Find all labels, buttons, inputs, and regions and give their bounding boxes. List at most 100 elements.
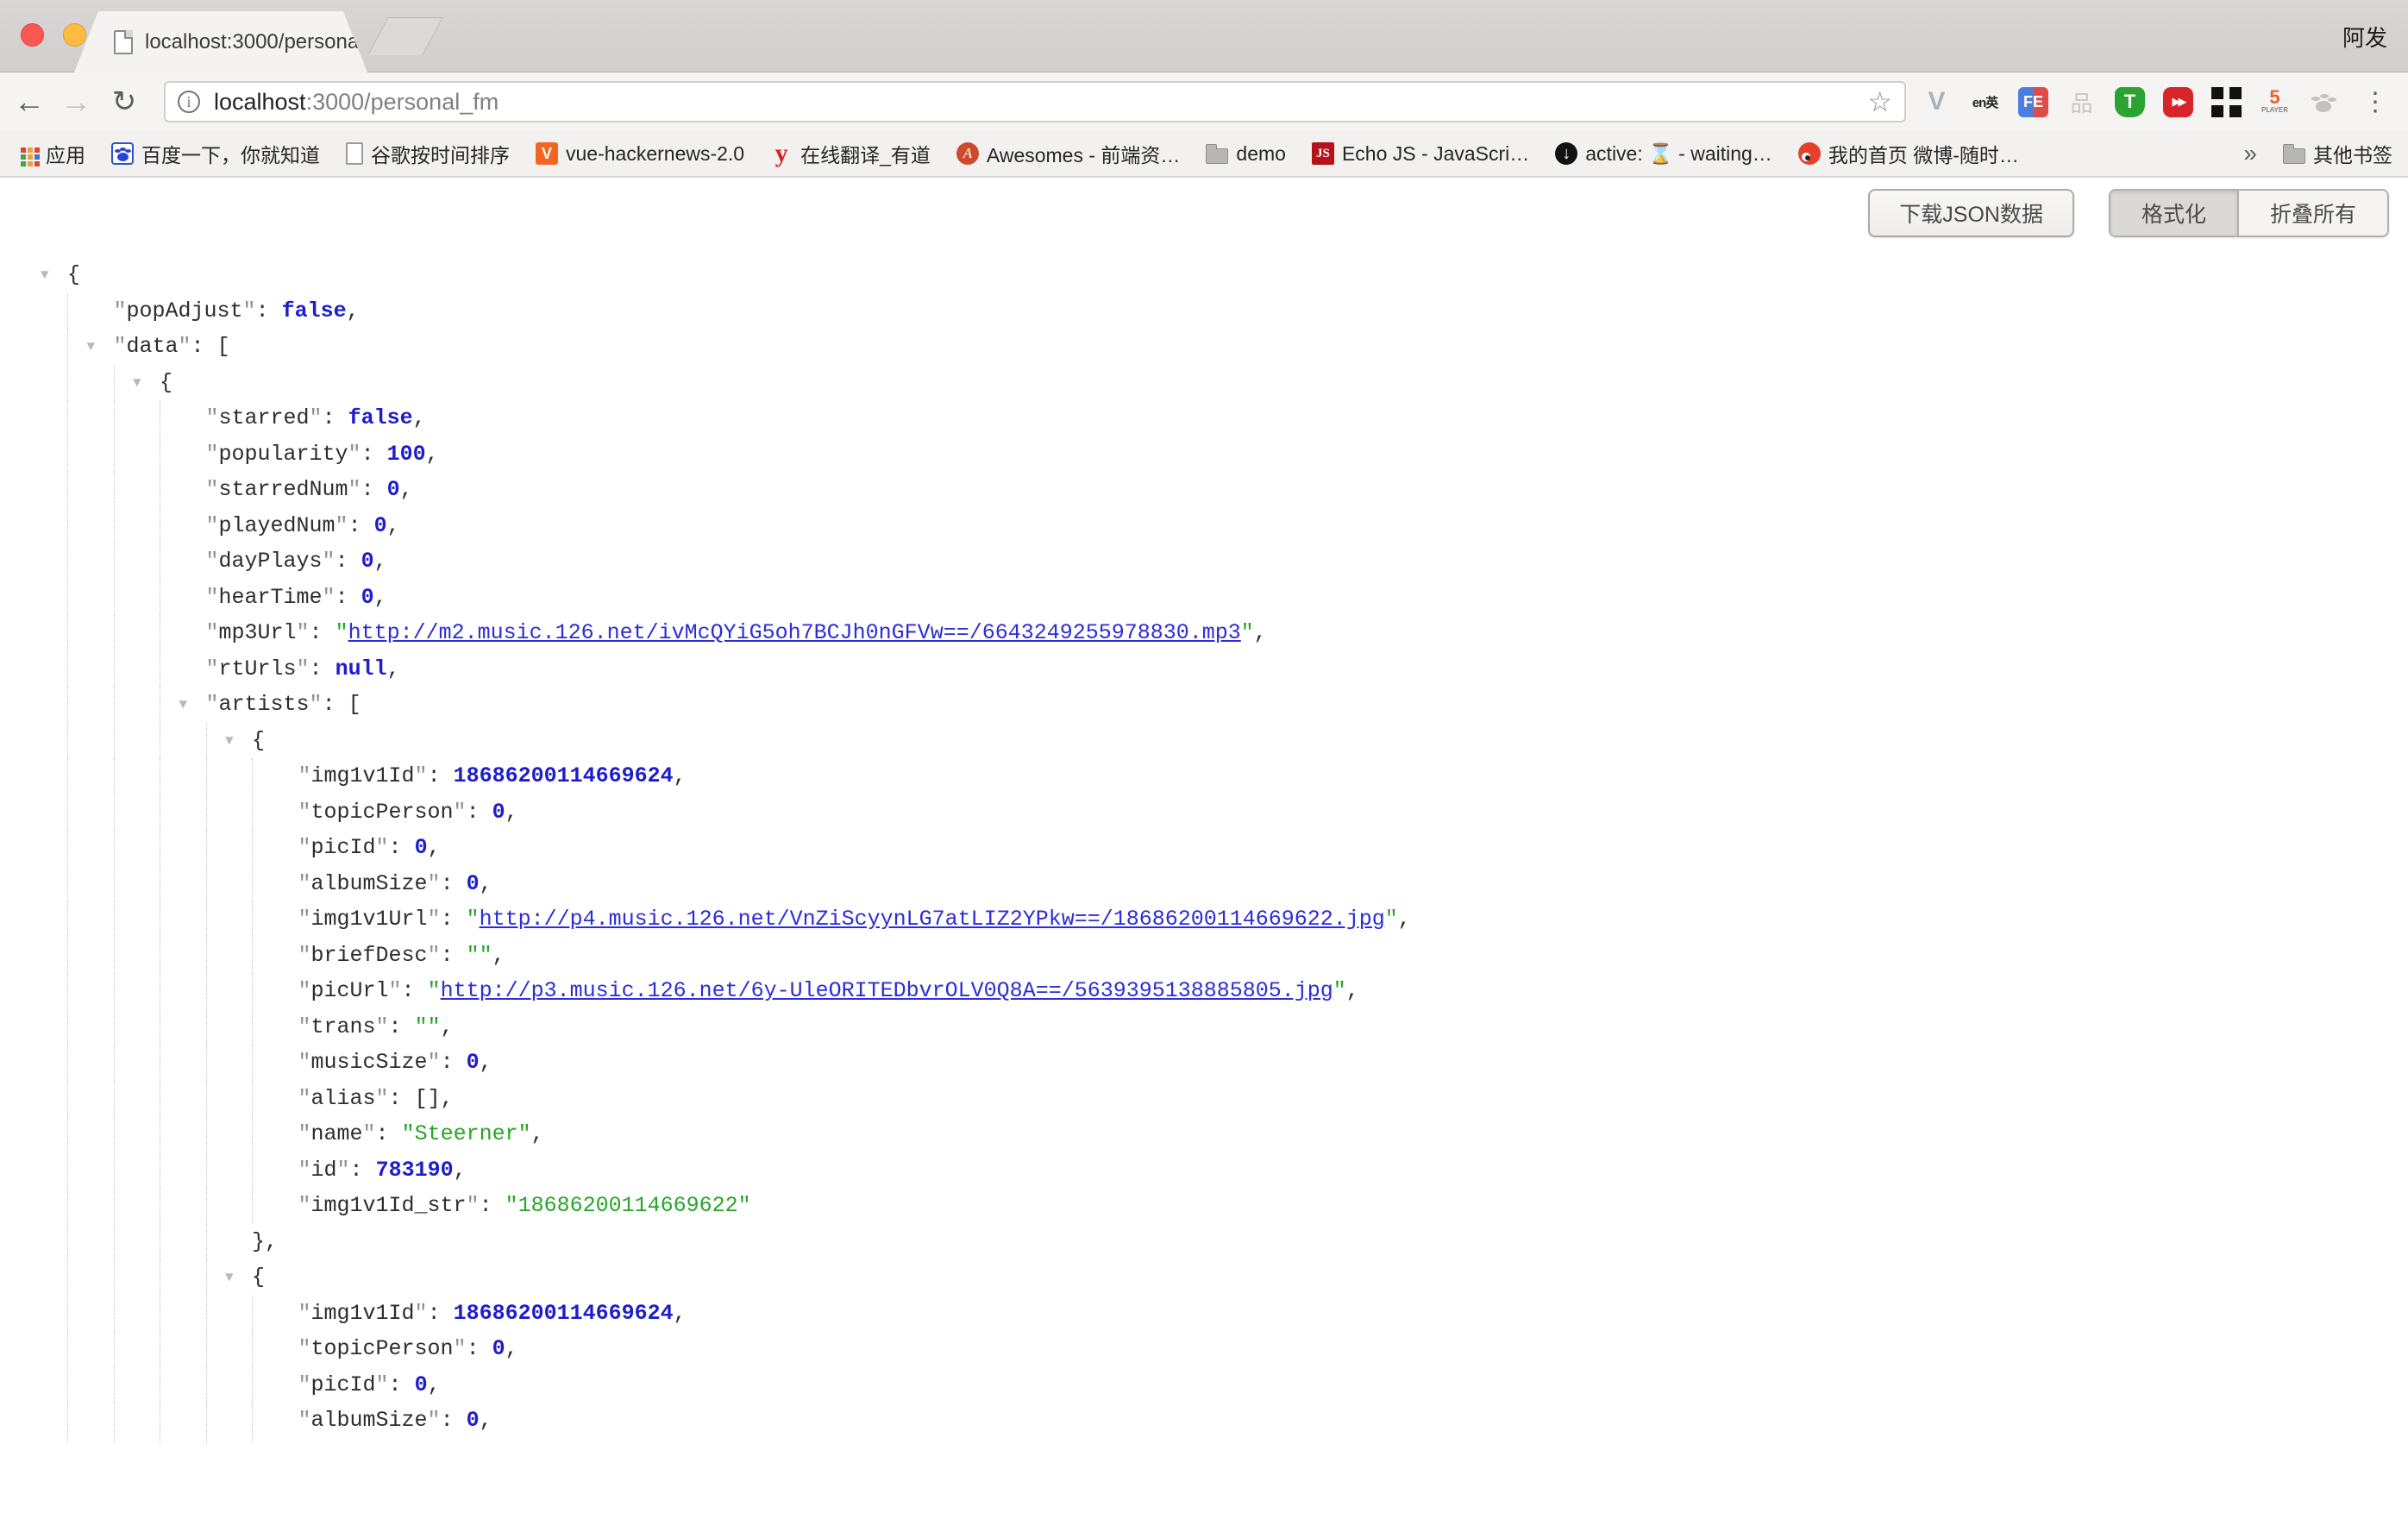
profile-name[interactable]: 阿发 <box>2342 21 2387 53</box>
json-line: "trans": "", <box>0 1009 2408 1045</box>
browser-tab[interactable]: localhost:3000/personal_fm × <box>74 11 367 72</box>
fe-helper-icon[interactable]: FE <box>2018 87 2048 117</box>
page-favicon-icon <box>114 30 133 54</box>
json-line: "albumSize": 0, <box>0 866 2408 902</box>
download-json-button[interactable]: 下载JSON数据 <box>1868 189 2074 237</box>
html5-player-icon[interactable]: 5PLAYER <box>2260 87 2290 117</box>
page-content: 下载JSON数据 格式化 折叠所有 ▼{"popAdjust": false,▼… <box>0 178 2408 1392</box>
bookmark-star-icon[interactable]: ☆ <box>1867 85 1892 118</box>
minimize-window-button[interactable] <box>63 23 86 47</box>
format-button[interactable]: 格式化 <box>2110 191 2237 235</box>
titlebar: localhost:3000/personal_fm × 阿发 <box>0 0 2408 72</box>
toolbar: ← → ↻ i localhost:3000/personal_fm ☆ Ven… <box>0 72 2408 131</box>
bookmark-label: 我的首页 微博-随时… <box>1828 139 2019 168</box>
video-downloader-icon[interactable]: ▶▶ <box>2163 87 2193 117</box>
json-tree: ▼{"popAdjust": false,▼"data": [▼{"starre… <box>0 257 2408 1444</box>
bookmark-item[interactable]: 应用 <box>16 139 85 168</box>
json-line: ▼{ <box>0 723 2408 759</box>
vue-devtools-icon[interactable]: V <box>1922 87 1952 117</box>
bookmark-item[interactable]: y 在线翻译_有道 <box>770 139 931 168</box>
extensions: Ven英 FE 品T ▶▶ 5PLAYER <box>1922 72 2338 131</box>
json-line: "img1v1Id": 18686200114669624, <box>0 758 2408 794</box>
json-line: "id": 783190, <box>0 1152 2408 1189</box>
bookmark-item[interactable]: ↓ active: ⌛ - waiting… <box>1555 142 1772 166</box>
bookmark-label: active: ⌛ - waiting… <box>1585 142 1772 166</box>
collapse-arrow[interactable]: ▼ <box>41 258 49 294</box>
bookmark-item[interactable]: 百度一下，你就知道 <box>111 139 320 168</box>
new-tab-button[interactable] <box>367 17 442 55</box>
url-text: localhost:3000/personal_fm <box>214 89 499 116</box>
translate-icon[interactable]: en英 <box>1970 87 2000 117</box>
collapse-arrow[interactable]: ▼ <box>179 687 188 724</box>
json-url-link[interactable]: http://p4.music.126.net/VnZiScyynLG7atLI… <box>480 907 1385 932</box>
close-window-button[interactable] <box>21 23 44 47</box>
url-host: localhost <box>214 89 306 115</box>
collapse-arrow[interactable]: ▼ <box>225 724 234 760</box>
json-line: ▼{ <box>0 365 2408 401</box>
bookmarks-bar: 应用 百度一下，你就知道谷歌按时间排序 Vvue-hackernews-2.0 y 在线… <box>0 131 2408 178</box>
bookmark-item[interactable]: AAwesomes - 前端资… <box>956 139 1181 168</box>
bookmark-item[interactable]: 谷歌按时间排序 <box>346 139 510 168</box>
bookmark-item[interactable]: 我的首页 微博-随时… <box>1798 139 2019 168</box>
bookmark-item[interactable]: demo <box>1206 142 1286 166</box>
chrome-menu-icon[interactable]: ⋮ <box>2358 72 2392 131</box>
site-info-icon[interactable]: i <box>178 91 200 113</box>
weibo-icon <box>1798 142 1821 165</box>
download-circle-icon: ↓ <box>1555 142 1577 165</box>
json-line: "hearTime": 0, <box>0 580 2408 616</box>
collapse-all-button[interactable]: 折叠所有 <box>2237 191 2387 235</box>
json-line: "rtUrls": null, <box>0 651 2408 687</box>
json-line: "briefDesc": "", <box>0 938 2408 974</box>
bookmark-label: vue-hackernews-2.0 <box>566 142 744 166</box>
forward-button[interactable]: → <box>53 72 98 131</box>
url-path: :3000/personal_fm <box>306 89 499 115</box>
json-line: "topicPerson": 0, <box>0 794 2408 831</box>
bookmarks-overflow-chevron[interactable]: » <box>2243 140 2257 167</box>
json-line: "img1v1Url": "http://p4.music.126.net/Vn… <box>0 901 2408 938</box>
vue-orange-icon: V <box>536 142 558 165</box>
json-line: ▼"data": [ <box>0 329 2408 365</box>
collapse-arrow[interactable]: ▼ <box>225 1260 234 1296</box>
url-bar[interactable]: i localhost:3000/personal_fm ☆ <box>164 81 1906 122</box>
json-line: "name": "Steerner", <box>0 1116 2408 1152</box>
json-line: "topicPerson": 0, <box>0 1331 2408 1367</box>
bookmark-item[interactable]: JS Echo JS - JavaScri… <box>1312 142 1529 166</box>
collapse-arrow[interactable]: ▼ <box>87 330 96 366</box>
json-line: "alias": [], <box>0 1081 2408 1117</box>
tampermonkey-icon[interactable]: T <box>2115 87 2145 117</box>
json-url-link[interactable]: http://p3.music.126.net/6y-UleORITEDbvrO… <box>441 978 1333 1003</box>
echojs-icon: JS <box>1312 142 1334 165</box>
youdao-icon: y <box>770 142 793 165</box>
json-url-link[interactable]: http://m2.music.126.net/ivMcQYiG5oh7BCJh… <box>348 620 1241 645</box>
baidu-paw-icon <box>111 142 134 165</box>
json-line: "playedNum": 0, <box>0 508 2408 544</box>
tab-title: localhost:3000/personal_fm <box>145 30 398 54</box>
json-line: "musicSize": 0, <box>0 1045 2408 1081</box>
bookmark-label: Echo JS - JavaScri… <box>1342 142 1529 166</box>
qr-code-icon[interactable] <box>2211 87 2242 117</box>
apps-icon <box>16 142 38 165</box>
bookmark-label: 其他书签 <box>2313 139 2392 168</box>
json-line: "img1v1Id_str": "18686200114669622" <box>0 1188 2408 1224</box>
json-line: "starredNum": 0, <box>0 472 2408 508</box>
json-line: "starred": false, <box>0 400 2408 436</box>
paw-icon[interactable] <box>2308 87 2338 117</box>
bookmark-item[interactable]: Vvue-hackernews-2.0 <box>536 142 744 166</box>
json-line: "picUrl": "http://p3.music.126.net/6y-Ul… <box>0 973 2408 1009</box>
collapse-arrow[interactable]: ▼ <box>133 366 141 402</box>
json-line: ▼{ <box>0 1259 2408 1296</box>
refresh-button[interactable]: ↻ <box>102 72 147 131</box>
view-mode-toggle: 格式化 折叠所有 <box>2109 189 2389 237</box>
bookmark-label: 在线翻译_有道 <box>800 139 931 168</box>
json-line: "picId": 0, <box>0 830 2408 866</box>
bookmark-label: 应用 <box>46 139 85 168</box>
json-line: ▼{ <box>0 257 2408 293</box>
back-button[interactable]: ← <box>7 72 52 131</box>
bookmark-label: 百度一下，你就知道 <box>141 139 320 168</box>
other-bookmarks-folder[interactable]: 其他书签 <box>2283 139 2392 168</box>
json-line: "img1v1Url": "http://p3.music.126.net/Vn… <box>0 1439 2408 1445</box>
folder-icon <box>1206 148 1228 164</box>
json-url-link[interactable]: http://p3.music.126.net/VnZiScyynLG7atLI… <box>480 1444 1385 1445</box>
sitemap-icon[interactable]: 品 <box>2066 87 2097 117</box>
json-line: }, <box>0 1224 2408 1260</box>
